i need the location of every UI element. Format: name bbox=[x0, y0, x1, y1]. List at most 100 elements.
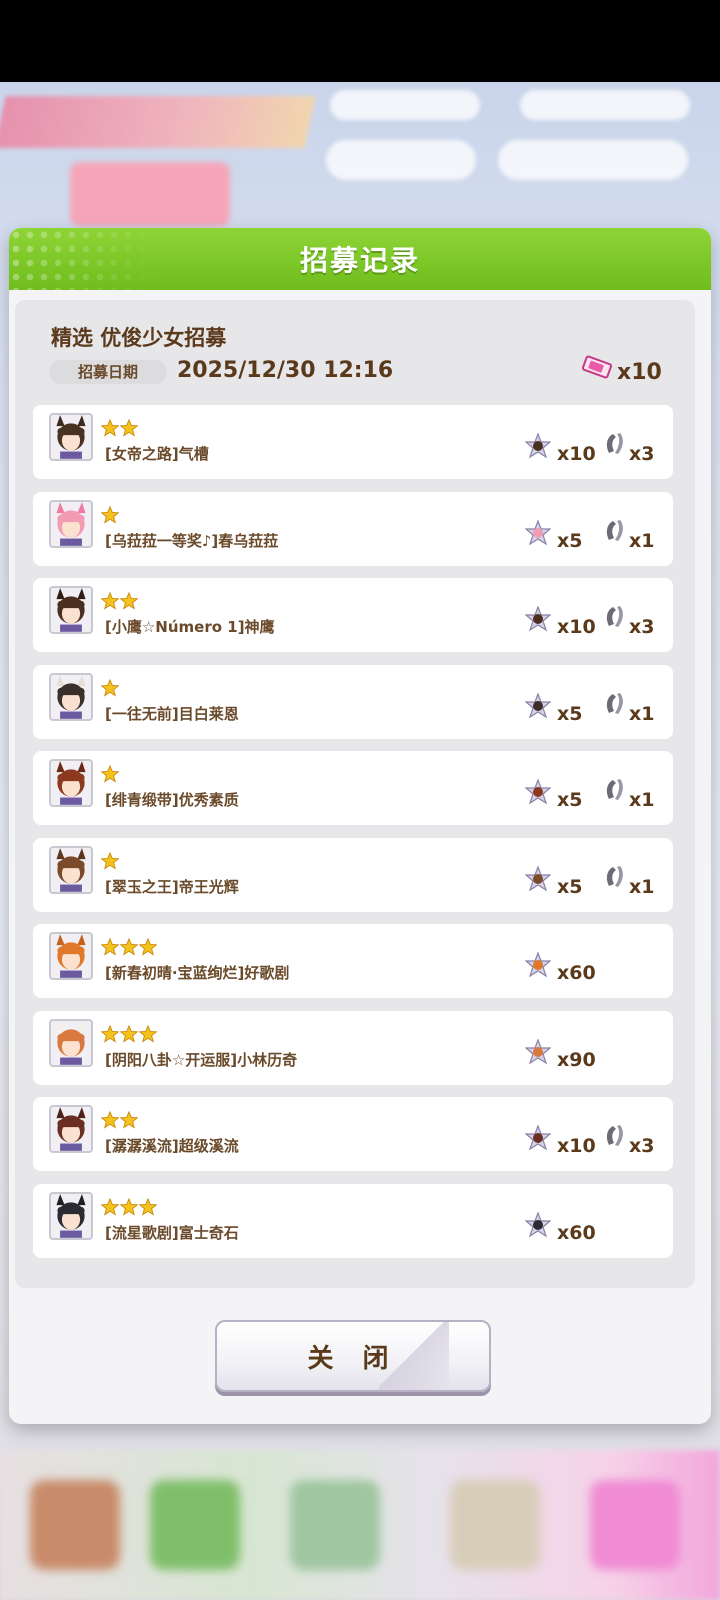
star-icon bbox=[101, 678, 119, 697]
background-bottom-menu bbox=[0, 1450, 720, 1600]
character-name: [流星歌剧]富士奇石 bbox=[105, 1223, 239, 1242]
character-name: [一往无前]目白莱恩 bbox=[105, 704, 239, 723]
horseshoe-icon bbox=[606, 606, 623, 627]
star-icon bbox=[101, 1024, 119, 1043]
record-row: [潺潺溪流]超级溪流 x10 x3 bbox=[33, 1097, 673, 1171]
ticket-icon bbox=[581, 355, 613, 379]
background-menu-item bbox=[290, 1480, 380, 1570]
piece-icon bbox=[525, 1211, 551, 1237]
piece-count: x10 bbox=[557, 1135, 596, 1157]
character-portrait bbox=[49, 932, 93, 980]
horseshoe-icon bbox=[606, 1125, 623, 1146]
character-name: [小鹰☆Número 1]神鹰 bbox=[105, 618, 275, 636]
horseshoe-count: x3 bbox=[629, 616, 655, 638]
piece-icon bbox=[525, 779, 551, 805]
piece-icon bbox=[525, 433, 551, 459]
piece-count: x10 bbox=[557, 443, 596, 465]
dialog-title: 招募记录 bbox=[299, 244, 420, 277]
horseshoe-icon bbox=[606, 692, 623, 714]
background-menu-item bbox=[30, 1480, 120, 1570]
background-banner bbox=[0, 96, 316, 148]
horseshoe-count: x1 bbox=[629, 529, 655, 552]
pool-name: 精选 优俊少女招募 bbox=[51, 326, 227, 350]
piece-icon bbox=[525, 692, 551, 718]
rarity-stars bbox=[101, 1197, 157, 1216]
piece-count: x5 bbox=[557, 875, 583, 898]
character-name: [绯青缎带]优秀素质 bbox=[105, 791, 239, 809]
character-portrait bbox=[49, 586, 93, 634]
background-button bbox=[326, 140, 476, 180]
star-icon bbox=[101, 851, 119, 870]
rarity-stars bbox=[101, 505, 119, 524]
star-icon bbox=[120, 1024, 138, 1043]
horseshoe-count: x1 bbox=[629, 875, 655, 898]
close-button-label: 关 闭 bbox=[307, 1343, 399, 1374]
horseshoe-count: x3 bbox=[629, 443, 655, 465]
record-row: [小鹰☆Número 1]神鹰 x10 x3 bbox=[33, 578, 673, 652]
piece-icon bbox=[525, 606, 551, 632]
horseshoe-count: x1 bbox=[629, 789, 655, 811]
record-row: [翠玉之王]帝王光辉 x5 x1 bbox=[33, 837, 673, 912]
piece-icon bbox=[525, 865, 551, 891]
piece-count: x5 bbox=[557, 789, 583, 811]
star-icon bbox=[120, 938, 138, 956]
piece-icon bbox=[525, 1125, 551, 1151]
character-portrait bbox=[49, 1191, 93, 1240]
background-menu-item bbox=[590, 1480, 680, 1570]
piece-count: x90 bbox=[557, 1048, 596, 1071]
star-icon bbox=[120, 419, 138, 437]
piece-icon bbox=[525, 519, 551, 545]
star-icon bbox=[101, 1197, 119, 1216]
date-value: 2025/12/30 12:16 bbox=[177, 358, 394, 383]
rarity-stars bbox=[101, 419, 138, 437]
character-portrait bbox=[49, 1105, 93, 1153]
horseshoe-icon bbox=[606, 779, 623, 800]
background-menu-item bbox=[150, 1480, 240, 1570]
character-portrait bbox=[49, 845, 93, 894]
rarity-stars bbox=[101, 592, 138, 610]
piece-count: x10 bbox=[557, 616, 596, 638]
character-name: [阴阳八卦☆开运服]小林历奇 bbox=[105, 1050, 298, 1069]
background-button bbox=[498, 140, 688, 180]
piece-count: x5 bbox=[557, 702, 583, 725]
character-name: [新春初晴·宝蓝绚烂]好歌剧 bbox=[105, 964, 290, 982]
star-icon bbox=[120, 592, 138, 610]
piece-count: x60 bbox=[557, 962, 596, 984]
rarity-stars bbox=[101, 938, 157, 956]
rarity-stars bbox=[101, 678, 119, 697]
horseshoe-icon bbox=[606, 865, 623, 887]
background-pink-panel bbox=[70, 162, 230, 226]
character-name: [潺潺溪流]超级溪流 bbox=[105, 1137, 239, 1155]
character-portrait bbox=[49, 1018, 93, 1067]
dialog-header: 招募记录 bbox=[9, 228, 711, 290]
character-portrait bbox=[49, 413, 93, 461]
record-row: [新春初晴·宝蓝绚烂]好歌剧 x60 bbox=[33, 924, 673, 998]
character-portrait bbox=[49, 499, 93, 548]
star-icon bbox=[101, 765, 119, 783]
date-label: 招募日期 bbox=[49, 360, 167, 384]
status-bar bbox=[0, 0, 720, 82]
star-icon bbox=[139, 1024, 157, 1043]
record-row: [阴阳八卦☆开运服]小林历奇 x90 bbox=[33, 1010, 673, 1085]
horseshoe-icon bbox=[606, 433, 623, 454]
close-button[interactable]: 关 闭 bbox=[215, 1320, 491, 1392]
ticket-count: x10 bbox=[617, 360, 662, 385]
character-name: [乌菈菈一等奖♪]春乌菈菈 bbox=[105, 531, 279, 550]
piece-count: x60 bbox=[557, 1221, 596, 1244]
star-icon bbox=[139, 938, 157, 956]
piece-count: x5 bbox=[557, 529, 583, 552]
background-currency-pill bbox=[520, 90, 690, 120]
record-row: [女帝之路]气槽 x10 x3 bbox=[33, 405, 673, 479]
character-portrait bbox=[49, 672, 93, 721]
record-row: [一往无前]目白莱恩 x5 x1 bbox=[33, 664, 673, 739]
horseshoe-count: x1 bbox=[629, 702, 655, 725]
piece-icon bbox=[525, 1038, 551, 1064]
record-row: [乌菈菈一等奖♪]春乌菈菈 x5 x1 bbox=[33, 491, 673, 566]
star-icon bbox=[120, 1111, 138, 1129]
recruit-record-dialog: 招募记录 精选 优俊少女招募 招募日期 2025/12/30 12:16 x10… bbox=[9, 228, 711, 1424]
rarity-stars bbox=[101, 1024, 157, 1043]
character-portrait bbox=[49, 759, 93, 807]
star-icon bbox=[101, 938, 119, 956]
character-name: [女帝之路]气槽 bbox=[105, 445, 209, 463]
record-row: [流星歌剧]富士奇石 x60 bbox=[33, 1183, 673, 1258]
